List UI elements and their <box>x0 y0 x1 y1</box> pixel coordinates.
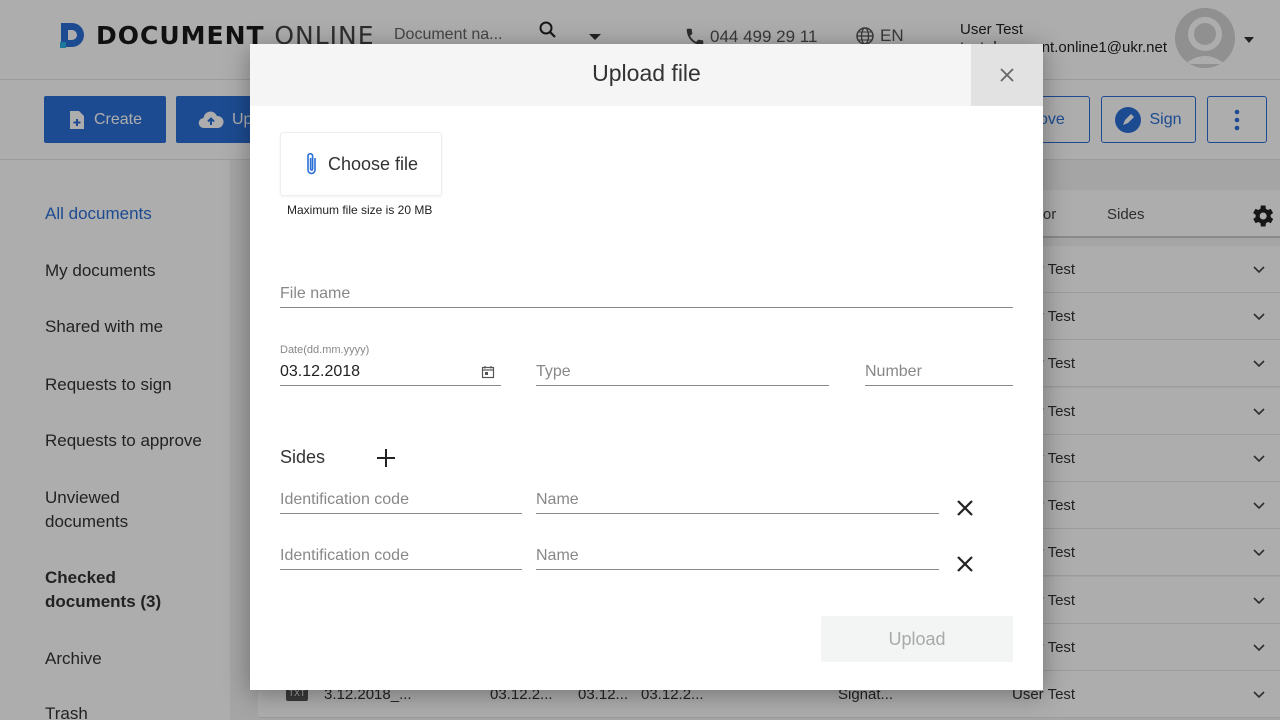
close-button[interactable] <box>971 44 1043 106</box>
number-placeholder: Number <box>865 363 922 380</box>
identification-code-placeholder: Identification code <box>280 491 409 508</box>
paperclip-icon <box>307 152 316 175</box>
upload-button-disabled[interactable]: Upload <box>821 616 1013 662</box>
upload-file-dialog: Upload file Choose file Maximum file siz… <box>250 44 1043 690</box>
side-1-name-field[interactable]: Name <box>536 482 939 514</box>
type-field[interactable]: Type <box>536 354 829 386</box>
choose-file-label: Choose file <box>327 153 419 174</box>
identification-code-placeholder: Identification code <box>280 547 409 564</box>
type-placeholder: Type <box>536 363 571 380</box>
date-field-value: 03.12.2018 <box>280 363 361 380</box>
remove-side-close-icon[interactable] <box>953 552 977 576</box>
side-2-name-field[interactable]: Name <box>536 538 939 570</box>
sides-label: Sides <box>280 447 326 467</box>
close-icon <box>1000 68 1014 82</box>
calendar-icon[interactable] <box>481 365 495 379</box>
dialog-header: Upload file <box>250 44 1043 106</box>
remove-side-close-icon[interactable] <box>953 496 977 520</box>
dialog-title: Upload file <box>592 60 701 86</box>
max-file-size-note: Maximum file size is 20 MB <box>287 203 433 217</box>
file-name-placeholder: File name <box>280 285 351 302</box>
name-placeholder: Name <box>536 491 579 508</box>
date-field[interactable]: Date(dd.mm.yyyy) 03.12.2018 <box>280 344 501 386</box>
add-side-plus-icon[interactable] <box>374 446 398 470</box>
date-field-label: Date(dd.mm.yyyy) <box>280 344 370 356</box>
name-placeholder: Name <box>536 547 579 564</box>
side-1-identification-code-field[interactable]: Identification code <box>280 482 522 514</box>
side-2-identification-code-field[interactable]: Identification code <box>280 538 522 570</box>
choose-file-button[interactable]: Choose file <box>280 132 442 196</box>
file-name-field[interactable]: File name <box>280 276 1013 308</box>
number-field[interactable]: Number <box>865 354 1013 386</box>
